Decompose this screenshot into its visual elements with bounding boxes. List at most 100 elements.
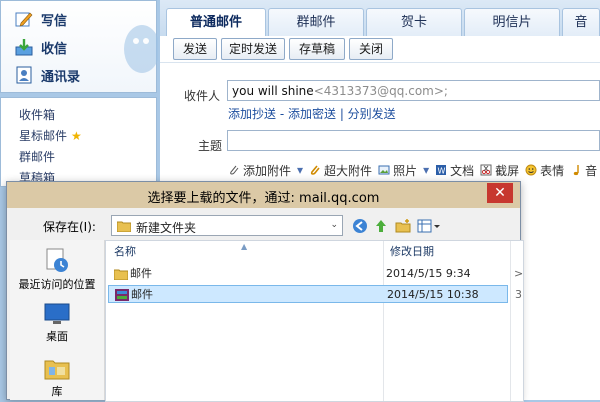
- file-row[interactable]: 邮件 2014/5/15 9:34 >: [108, 265, 523, 283]
- new-folder-icon[interactable]: [395, 218, 411, 234]
- schedule-send-button[interactable]: 定时发送: [221, 38, 285, 60]
- qq-penguin-decoration: [124, 25, 158, 73]
- desktop-icon: [44, 303, 70, 324]
- folder-inbox[interactable]: 收件箱: [19, 106, 55, 123]
- photo-button[interactable]: 照片: [378, 162, 417, 179]
- large-attachment-label: 超大附件: [324, 163, 373, 178]
- close-button[interactable]: 关闭: [349, 38, 393, 60]
- folder-location-select[interactable]: 新建文件夹 ⌄: [111, 215, 343, 236]
- add-attachment-button[interactable]: 添加附件: [228, 162, 291, 179]
- subject-input[interactable]: [227, 130, 600, 151]
- folder-icon: [114, 269, 128, 280]
- truncated-cell: >: [514, 267, 524, 280]
- place-desktop[interactable]: 桌面: [10, 302, 104, 344]
- add-bcc-link[interactable]: 添加密送: [288, 107, 336, 121]
- photo-label: 照片: [393, 163, 418, 178]
- tab-greeting-card[interactable]: 贺卡: [366, 8, 462, 36]
- tab-music[interactable]: 音: [562, 8, 600, 36]
- back-icon[interactable]: [352, 218, 368, 234]
- link-separator: -: [276, 107, 288, 121]
- up-folder-icon[interactable]: [373, 218, 389, 234]
- compose-link[interactable]: 写信: [15, 7, 67, 31]
- dialog-close-button[interactable]: ✕: [487, 183, 513, 203]
- music-note-icon: [573, 165, 579, 176]
- tab-group-mail[interactable]: 群邮件: [268, 8, 364, 36]
- recipient-address: <4313373@qq.com>;: [313, 84, 448, 98]
- place-desktop-label: 桌面: [46, 330, 68, 343]
- inbox-fetch-link[interactable]: 收信: [15, 35, 67, 59]
- screenshot-label: 截屏: [495, 163, 520, 178]
- recipient-chip[interactable]: you will shine<4313373@qq.com>;: [232, 84, 448, 98]
- file-list: 名称 ▲ 修改日期 ​ 邮件 2014/5/15 9:34 > 邮件 2014/…: [105, 240, 524, 402]
- folder-starred-label: 星标邮件: [19, 129, 68, 143]
- file-name: 邮件: [130, 267, 152, 280]
- column-divider[interactable]: [510, 241, 511, 401]
- contacts-book-icon: [15, 66, 33, 84]
- folder-location-value: 新建文件夹: [136, 221, 197, 235]
- paperclip-icon: [230, 165, 239, 175]
- file-date: 2014/5/15 10:38: [387, 288, 479, 301]
- send-button[interactable]: 发送: [173, 38, 217, 60]
- file-date: 2014/5/15 9:34: [386, 267, 471, 280]
- chevron-down-icon[interactable]: ▾: [297, 163, 303, 177]
- inbox-download-icon: [15, 38, 33, 56]
- compose-label: 写信: [41, 13, 68, 29]
- file-name: 邮件: [131, 288, 153, 301]
- place-library[interactable]: 库: [10, 355, 104, 399]
- compose-tab-bar: 普通邮件 群邮件 贺卡 明信片 音: [160, 0, 600, 36]
- column-header-name[interactable]: 名称: [114, 241, 136, 263]
- dialog-title: 选择要上载的文件，通过: mail.qq.com: [147, 191, 380, 206]
- view-menu-icon[interactable]: [417, 218, 441, 234]
- large-attachment-icon: [310, 165, 320, 175]
- music-button[interactable]: 音: [570, 162, 597, 179]
- folder-starred[interactable]: 星标邮件 ★: [19, 127, 82, 144]
- fetch-label: 收信: [41, 41, 68, 57]
- screenshot-button[interactable]: 截屏: [480, 162, 519, 179]
- column-header-truncated: ​: [514, 241, 523, 263]
- photo-icon: [378, 165, 390, 175]
- document-button[interactable]: W 文档: [435, 162, 474, 179]
- places-bar: 最近访问的位置 桌面 库: [10, 240, 105, 400]
- dialog-title-bar[interactable]: 选择要上载的文件，通过: mail.qq.com ✕: [7, 182, 520, 208]
- attachment-toolbar: 添加附件 ▾ 超大附件 照片 ▾ W 文档 截屏 表情 音: [228, 160, 600, 180]
- document-label: 文档: [450, 163, 475, 178]
- emoji-button[interactable]: 表情: [525, 162, 564, 179]
- recipient-name: you will shine: [232, 84, 314, 98]
- compose-toolbar: 发送 定时发送 存草稿 关闭: [160, 36, 600, 62]
- pencil-icon: [15, 10, 33, 28]
- sidebar-primary-panel: 写信 收信 通讯录: [0, 0, 158, 93]
- smiley-icon: [525, 164, 537, 176]
- save-in-label: 保存在(I):: [43, 220, 96, 234]
- background-area: [521, 181, 600, 400]
- link-separator: |: [336, 107, 348, 121]
- recent-locations-icon: [46, 248, 68, 272]
- chevron-down-icon[interactable]: ▾: [423, 163, 429, 177]
- chevron-down-icon: ⌄: [330, 220, 338, 230]
- emoji-label: 表情: [540, 163, 565, 178]
- tab-normal-mail[interactable]: 普通邮件: [166, 8, 266, 36]
- word-document-icon: W: [436, 165, 447, 176]
- tab-postcard[interactable]: 明信片: [464, 8, 560, 36]
- sort-arrow-icon: ▲: [241, 242, 248, 251]
- scissors-icon: [480, 164, 492, 176]
- folder-group-mail[interactable]: 群邮件: [19, 148, 55, 165]
- truncated-cell: 3: [515, 288, 522, 301]
- separate-send-link[interactable]: 分别发送: [348, 107, 396, 121]
- music-label: 音: [585, 163, 598, 178]
- add-cc-link[interactable]: 添加抄送: [228, 107, 276, 121]
- place-recent[interactable]: 最近访问的位置: [10, 246, 104, 292]
- svg-text:W: W: [438, 167, 446, 176]
- file-row-selected[interactable]: 邮件 2014/5/15 10:38 3: [108, 285, 522, 303]
- library-icon: [44, 360, 70, 380]
- cc-links: 添加抄送 - 添加密送 | 分别发送: [228, 105, 396, 122]
- folder-icon: [117, 221, 131, 232]
- recipient-label: 收件人: [184, 89, 221, 103]
- save-draft-button[interactable]: 存草稿: [289, 38, 345, 60]
- contacts-link[interactable]: 通讯录: [15, 63, 80, 87]
- large-attachment-button[interactable]: 超大附件: [309, 162, 372, 179]
- place-library-label: 库: [51, 385, 63, 398]
- file-upload-dialog: 选择要上载的文件，通过: mail.qq.com ✕ 保存在(I): 新建文件夹…: [6, 181, 524, 402]
- column-header-date[interactable]: 修改日期: [390, 241, 434, 263]
- recipient-field[interactable]: you will shine<4313373@qq.com>;: [227, 80, 600, 101]
- place-recent-label: 最近访问的位置: [18, 278, 96, 291]
